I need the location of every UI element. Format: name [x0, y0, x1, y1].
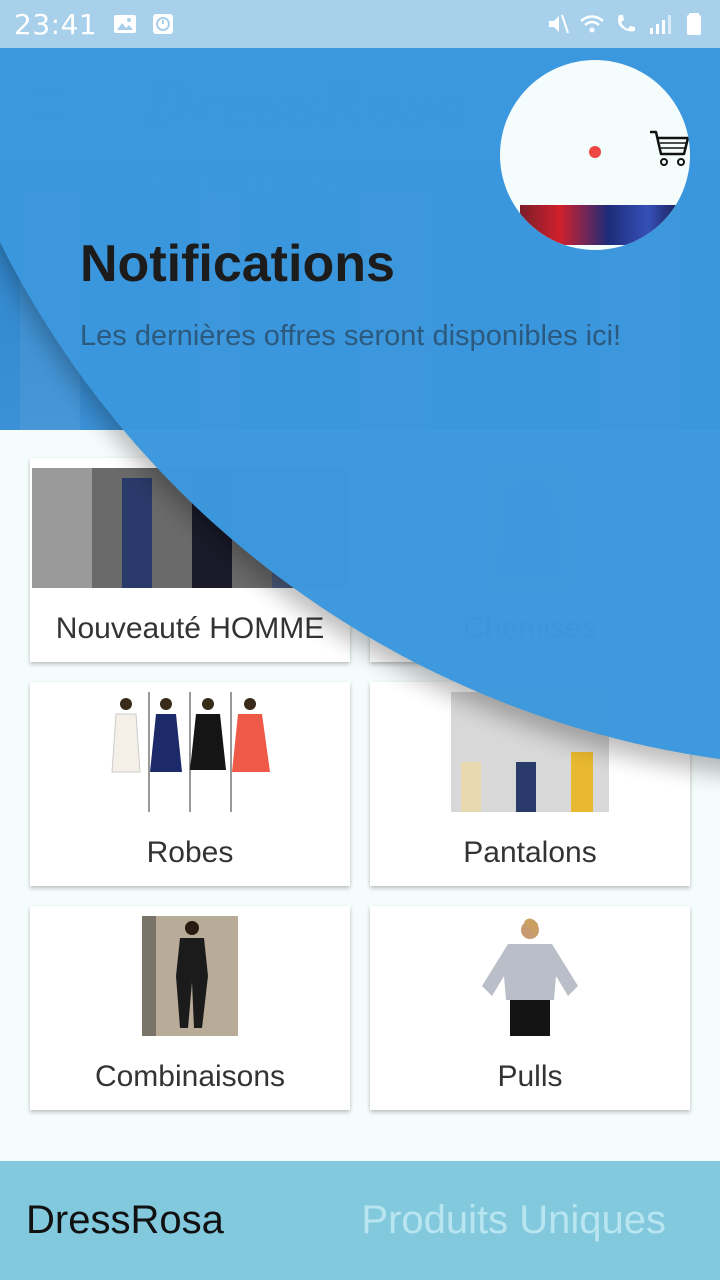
category-label: Pantalons: [463, 836, 597, 869]
mute-icon: [549, 14, 569, 34]
category-card-combinaisons[interactable]: Combinaisons: [30, 906, 350, 1110]
app-bar: DressRosa: [0, 48, 720, 160]
battery-icon: [687, 13, 701, 35]
category-card-chemises[interactable]: Chemises: [370, 458, 690, 662]
bottom-brand: DressRosa: [26, 1198, 224, 1242]
wifi-icon: [580, 15, 604, 33]
category-image: [478, 916, 582, 1036]
hero-sign: SOLDES: [150, 164, 342, 206]
category-image: [485, 468, 575, 588]
category-label: Robes: [146, 836, 234, 869]
category-image: [108, 692, 272, 812]
category-card-nouveaute-homme[interactable]: Nouveauté HOMME: [30, 458, 350, 662]
bottom-tagline: Produits Uniques: [361, 1198, 666, 1242]
call-icon: [618, 15, 635, 32]
gallery-icon: [114, 15, 137, 33]
status-bar: 23:41: [0, 0, 720, 48]
category-image: [451, 692, 609, 812]
category-label: Chemises: [463, 612, 597, 645]
category-card-robes[interactable]: Robes: [30, 682, 350, 886]
category-label: Combinaisons: [94, 1060, 286, 1093]
category-label: Nouveauté HOMME: [55, 612, 325, 645]
app-logo: DressRosa: [144, 72, 470, 136]
hamburger-menu-icon[interactable]: [28, 76, 84, 132]
notification-content: Notifications Les dernières offres seron…: [80, 234, 640, 356]
status-time: 23:41: [14, 7, 98, 41]
clock-app-icon: [153, 14, 174, 34]
category-card-pantalons[interactable]: Pantalons: [370, 682, 690, 886]
category-label: Pulls: [497, 1060, 563, 1093]
notification-title: Notifications: [80, 235, 395, 293]
notification-body: Les dernières offres seront disponibles …: [80, 320, 622, 352]
category-image: [32, 468, 348, 588]
category-card-pulls[interactable]: Pulls: [370, 906, 690, 1110]
category-image: [142, 916, 238, 1036]
bottom-bar: DressRosa Produits Uniques: [0, 1161, 720, 1280]
signal-icon: [650, 15, 671, 34]
